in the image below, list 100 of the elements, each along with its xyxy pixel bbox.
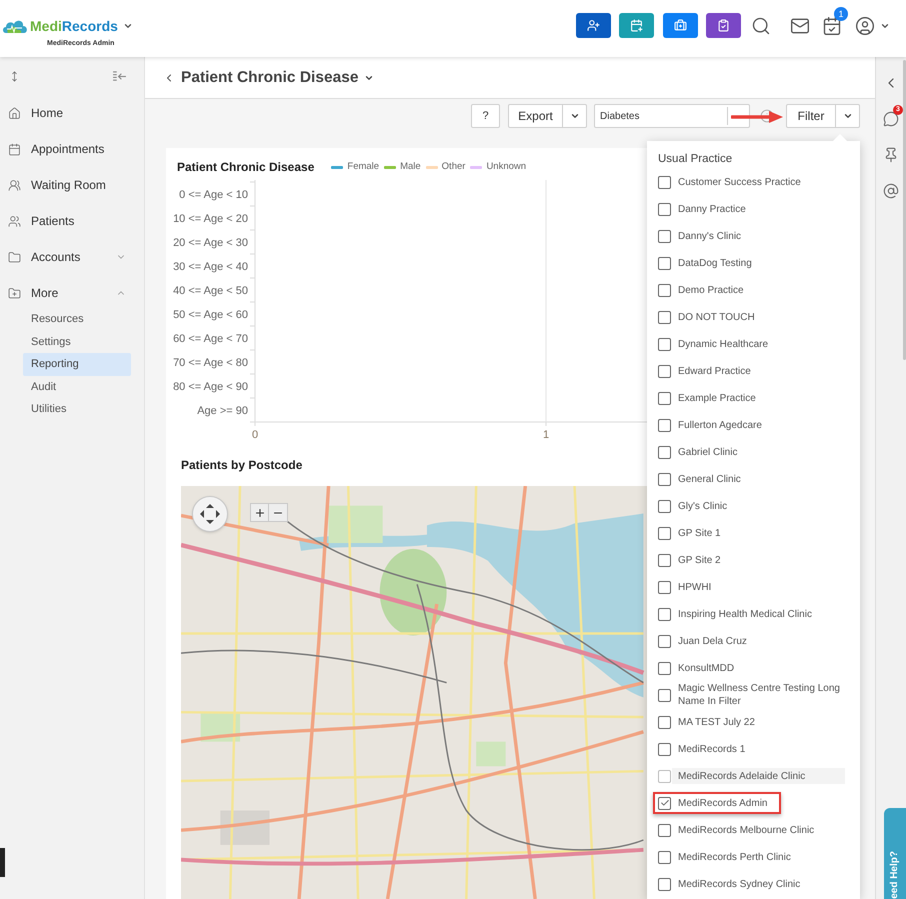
- sidebar-item[interactable]: Home: [0, 95, 144, 131]
- export-button[interactable]: Export: [508, 104, 563, 128]
- practice-option[interactable]: Dynamic Healthcare: [672, 336, 845, 352]
- search-icon[interactable]: [751, 16, 771, 36]
- calendar-button[interactable]: [619, 13, 654, 38]
- practice-option[interactable]: DO NOT TOUCH: [672, 309, 845, 325]
- checkbox[interactable]: [658, 742, 671, 756]
- sidebar-item[interactable]: Waiting Room: [0, 167, 144, 203]
- legend-label[interactable]: Unknown: [486, 160, 526, 174]
- folder-plus-icon: [8, 286, 21, 300]
- practice-option[interactable]: Gly's Clinic: [672, 498, 845, 514]
- checkbox[interactable]: [658, 662, 671, 674]
- submenu-item[interactable]: Utilities: [23, 398, 131, 420]
- house-icon: [8, 106, 21, 120]
- tick-label: 1: [542, 429, 550, 441]
- checkbox[interactable]: [658, 418, 671, 432]
- practice-option[interactable]: Example Practice: [672, 390, 845, 406]
- check-icon: [660, 798, 670, 808]
- axis-label: 20 <= Age < 30: [173, 237, 248, 249]
- practice-option[interactable]: MediRecords Adelaide Clinic: [672, 768, 845, 784]
- checkbox[interactable]: [658, 310, 671, 324]
- mail-icon[interactable]: [790, 16, 810, 36]
- checkbox[interactable]: [658, 554, 671, 566]
- submenu-item[interactable]: Reporting: [23, 353, 131, 376]
- checkbox[interactable]: [658, 230, 671, 242]
- at-sign-icon[interactable]: [883, 183, 899, 199]
- map-title: Patients by Postcode: [180, 457, 304, 474]
- practice-option[interactable]: Inspiring Health Medical Clinic: [672, 606, 845, 622]
- practice-option[interactable]: Juan Dela Cruz: [672, 633, 845, 649]
- people-icon: [8, 214, 21, 228]
- checkbox[interactable]: [658, 364, 671, 378]
- checkbox[interactable]: [658, 850, 671, 864]
- checkbox[interactable]: [658, 878, 671, 890]
- axis-label: 30 <= Age < 40: [173, 261, 248, 273]
- practice-option[interactable]: GP Site 1: [672, 525, 845, 541]
- submenu-item[interactable]: Resources: [23, 308, 131, 330]
- zoom-out-button[interactable]: [269, 503, 288, 522]
- checkbox[interactable]: [658, 176, 671, 188]
- user-icon[interactable]: [855, 16, 875, 36]
- practice-option[interactable]: Magic Wellness Centre Testing Long Name In Filter: [672, 680, 845, 710]
- legend-label[interactable]: Male: [400, 160, 421, 174]
- checkbox[interactable]: [658, 688, 671, 702]
- calendar-check-icon[interactable]: [822, 16, 842, 36]
- folder-icon: [8, 250, 21, 264]
- checkbox[interactable]: [658, 472, 671, 486]
- checkbox[interactable]: [658, 284, 671, 296]
- practice-option[interactable]: Fullerton Agedcare: [672, 417, 845, 433]
- practice-option[interactable]: Edward Practice: [672, 363, 845, 379]
- checkbox[interactable]: [658, 500, 671, 512]
- checkbox[interactable]: [658, 256, 671, 270]
- collapse-menu-icon[interactable]: [113, 70, 126, 82]
- practice-option[interactable]: MA TEST July 22: [672, 714, 845, 730]
- practice-option[interactable]: DataDog Testing: [672, 255, 845, 271]
- practice-option[interactable]: MediRecords 1: [672, 741, 845, 757]
- practice-option[interactable]: MediRecords Perth Clinic: [672, 849, 845, 865]
- axis-label: 10 <= Age < 20: [173, 213, 248, 225]
- practice-option[interactable]: GP Site 2: [672, 552, 845, 568]
- checkbox[interactable]: [658, 580, 671, 594]
- submenu-item[interactable]: Audit: [23, 376, 131, 398]
- clipboard-button[interactable]: [706, 13, 741, 38]
- sidebar-item[interactable]: Patients: [0, 203, 144, 239]
- legend-label[interactable]: Female: [347, 160, 380, 174]
- chevron-down-icon[interactable]: [122, 21, 133, 31]
- checkbox[interactable]: [658, 770, 671, 782]
- practice-option[interactable]: Danny's Clinic: [672, 228, 845, 244]
- checkbox[interactable]: [658, 202, 671, 216]
- checkbox[interactable]: [658, 796, 671, 810]
- practice-option[interactable]: KonsultMDD: [672, 660, 845, 676]
- practice-option[interactable]: Gabriel Clinic: [672, 444, 845, 460]
- practice-option[interactable]: MediRecords Sydney Clinic: [672, 876, 845, 892]
- chat-icon[interactable]: [883, 111, 899, 127]
- checkbox[interactable]: [658, 716, 671, 728]
- sidebar-item[interactable]: Appointments: [0, 131, 144, 167]
- practice-option[interactable]: Customer Success Practice: [672, 174, 845, 190]
- scrollbar[interactable]: [903, 60, 906, 360]
- pin-icon[interactable]: [883, 147, 899, 163]
- condition-field[interactable]: Diabetes: [594, 104, 750, 128]
- checkbox[interactable]: [658, 338, 671, 350]
- medical-bag-button[interactable]: [663, 13, 698, 38]
- checkbox[interactable]: [658, 824, 671, 836]
- help-button[interactable]: ?: [471, 104, 500, 128]
- people-icon: [8, 178, 21, 192]
- checkbox[interactable]: [658, 446, 671, 458]
- zoom-in-button[interactable]: [250, 503, 269, 522]
- checkbox[interactable]: [658, 608, 671, 620]
- sidebar-item[interactable]: More: [0, 275, 144, 311]
- practice-option[interactable]: MediRecords Melbourne Clinic: [672, 822, 845, 838]
- practice-option[interactable]: MediRecords Admin: [672, 795, 768, 811]
- submenu-item[interactable]: Settings: [23, 330, 131, 353]
- sidebar-item[interactable]: Accounts: [0, 239, 144, 275]
- legend-label[interactable]: Other: [442, 160, 466, 174]
- checkbox[interactable]: [658, 392, 671, 404]
- user-plus-button[interactable]: [576, 13, 611, 38]
- practice-option[interactable]: Danny Practice: [672, 201, 845, 217]
- practice-option[interactable]: General Clinic: [672, 471, 845, 487]
- practice-option[interactable]: HPWHI: [672, 579, 845, 595]
- checkbox[interactable]: [658, 526, 671, 540]
- filter-button[interactable]: Filter: [786, 104, 836, 128]
- checkbox[interactable]: [658, 634, 671, 648]
- practice-option[interactable]: Demo Practice: [672, 282, 845, 298]
